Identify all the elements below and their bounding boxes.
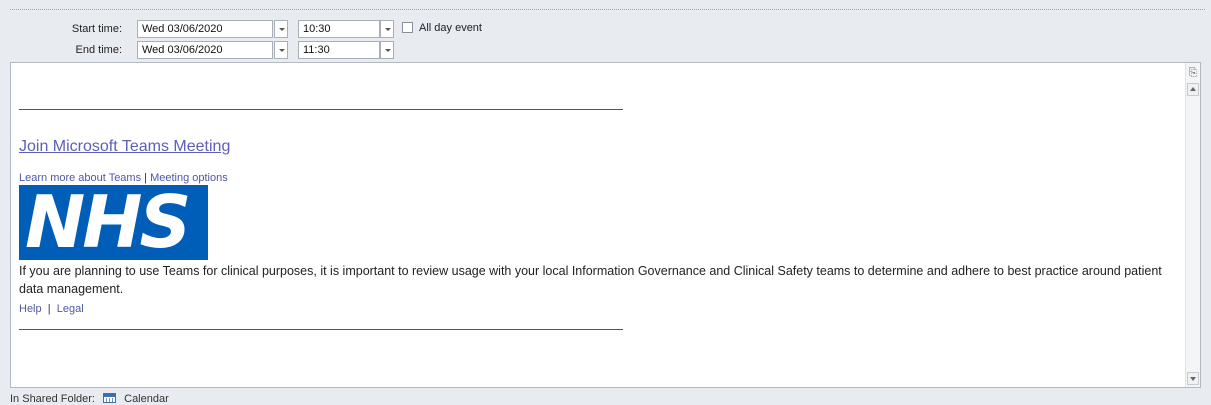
footer-links-row: Help | Legal	[19, 303, 84, 315]
join-teams-meeting-link[interactable]: Join Microsoft Teams Meeting	[19, 137, 230, 157]
message-body[interactable]: Join Microsoft Teams Meeting Learn more …	[10, 62, 1201, 388]
end-date-field[interactable]: Wed 03/06/2020	[137, 41, 273, 59]
vertical-scrollbar[interactable]: ⎘	[1185, 63, 1200, 387]
bottom-separator-line	[19, 329, 623, 330]
learn-more-link[interactable]: Learn more about Teams	[19, 172, 141, 184]
end-time-dropdown-button[interactable]	[380, 41, 394, 59]
nhs-logo: NHS	[19, 185, 208, 260]
start-date-field[interactable]: Wed 03/06/2020	[137, 20, 273, 38]
all-day-checkbox[interactable]	[402, 22, 413, 33]
clinical-usage-paragraph: If you are planning to use Teams for cli…	[19, 264, 1162, 296]
nhs-logo-text: NHS	[25, 185, 191, 260]
end-time-label: End time:	[75, 44, 122, 56]
end-time-field[interactable]: 11:30	[298, 41, 380, 59]
ruler-icon[interactable]: ⎘	[1187, 66, 1199, 80]
meeting-options-link[interactable]: Meeting options	[150, 172, 228, 184]
links-separator: |	[144, 172, 148, 184]
start-time-dropdown-button[interactable]	[380, 20, 394, 38]
scroll-down-button[interactable]	[1187, 372, 1199, 385]
all-day-label: All day event	[419, 22, 482, 34]
scroll-up-button[interactable]	[1187, 83, 1199, 96]
teams-links-row: Learn more about Teams | Meeting options	[19, 171, 228, 185]
start-time-label: Start time:	[71, 23, 122, 35]
top-divider	[10, 9, 1205, 10]
end-date-dropdown-button[interactable]	[274, 41, 288, 59]
start-date-dropdown-button[interactable]	[274, 20, 288, 38]
shared-folder-label: In Shared Folder:	[10, 393, 95, 405]
start-time-field[interactable]: 10:30	[298, 20, 380, 38]
calendar-icon	[103, 393, 117, 403]
top-separator-line	[19, 109, 623, 110]
shared-folder-status: In Shared Folder: Calendar	[10, 393, 169, 405]
legal-link[interactable]: Legal	[57, 303, 84, 315]
shared-folder-name[interactable]: Calendar	[124, 393, 169, 405]
help-link[interactable]: Help	[19, 303, 42, 315]
